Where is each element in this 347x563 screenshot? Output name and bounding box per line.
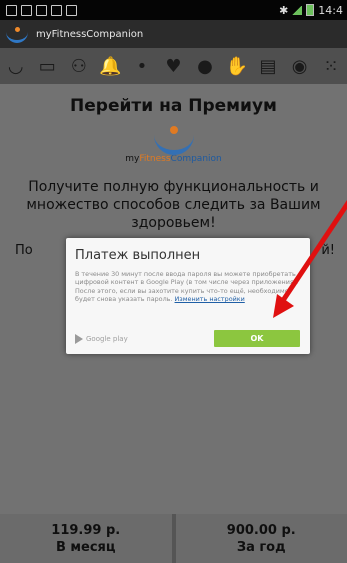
notification-icon (66, 4, 77, 16)
logo-icon[interactable]: ◡ (5, 56, 27, 77)
monthly-price: 119.99 р. (51, 522, 121, 538)
payment-dialog: Платеж выполнен В течение 30 минут после… (66, 238, 310, 354)
notification-icon (6, 4, 17, 16)
grid-icon[interactable]: ⁙ (320, 56, 342, 77)
brand-fit: Fitness (139, 154, 171, 164)
dialog-body: В течение 30 минут после ввода пароля вы… (75, 270, 300, 303)
app-title: myFitnessCompanion (36, 28, 144, 40)
notes-icon[interactable]: ▤ (257, 56, 279, 77)
people-icon[interactable]: ⚇ (68, 56, 90, 77)
google-play-logo: Google play (75, 334, 128, 344)
monthly-period: В месяц (55, 539, 116, 555)
dot-icon[interactable]: • (131, 56, 153, 77)
partial-text-left: По (15, 243, 33, 258)
heart-icon[interactable]: ♥ (162, 56, 184, 77)
yearly-price: 900.00 р. (226, 522, 296, 538)
monthly-plan-button[interactable]: 119.99 р. В месяц (0, 514, 172, 563)
brand-suffix: Companion (170, 154, 222, 164)
price-options: 119.99 р. В месяц 900.00 р. За год (0, 514, 347, 563)
notification-icon (21, 4, 32, 16)
battery-icon (306, 4, 315, 16)
hand-icon[interactable]: ✋ (225, 56, 247, 77)
app-logo-icon[interactable] (6, 27, 28, 43)
partial-text-right: й! (321, 243, 335, 258)
google-play-icon (75, 334, 83, 344)
dialog-title: Платеж выполнен (75, 248, 201, 263)
premium-description: Получите полную функциональность и множе… (26, 179, 321, 231)
brand-name: myFitnessCompanion (0, 154, 347, 164)
toolbar: ◡ ▭ ⚇ 🔔 • ♥ ● ✋ ▤ ◉ ⁙ (0, 48, 347, 84)
yearly-plan-button[interactable]: 900.00 р. За год (175, 514, 347, 563)
share-icon[interactable]: ◉ (289, 56, 311, 77)
change-settings-link[interactable]: Изменить настройки (175, 295, 245, 303)
brand-prefix: my (125, 154, 140, 164)
bluetooth-icon: ✱ (279, 3, 289, 17)
status-bar: ✱ 14:4 (0, 0, 347, 20)
notification-icon (36, 4, 47, 16)
clock: 14:4 (318, 3, 343, 17)
globe-icon[interactable]: ● (194, 56, 216, 77)
signal-icon (292, 5, 303, 15)
google-play-label: Google play (86, 335, 128, 343)
brand-logo-icon (153, 126, 194, 155)
yearly-period: За год (236, 539, 286, 555)
chart-icon[interactable]: ▭ (36, 56, 58, 77)
notification-icon (51, 4, 62, 16)
app-bar: myFitnessCompanion (0, 20, 347, 48)
ok-button[interactable]: OK (214, 330, 300, 347)
page-title: Перейти на Премиум (70, 96, 277, 116)
bell-icon[interactable]: 🔔 (99, 56, 121, 77)
